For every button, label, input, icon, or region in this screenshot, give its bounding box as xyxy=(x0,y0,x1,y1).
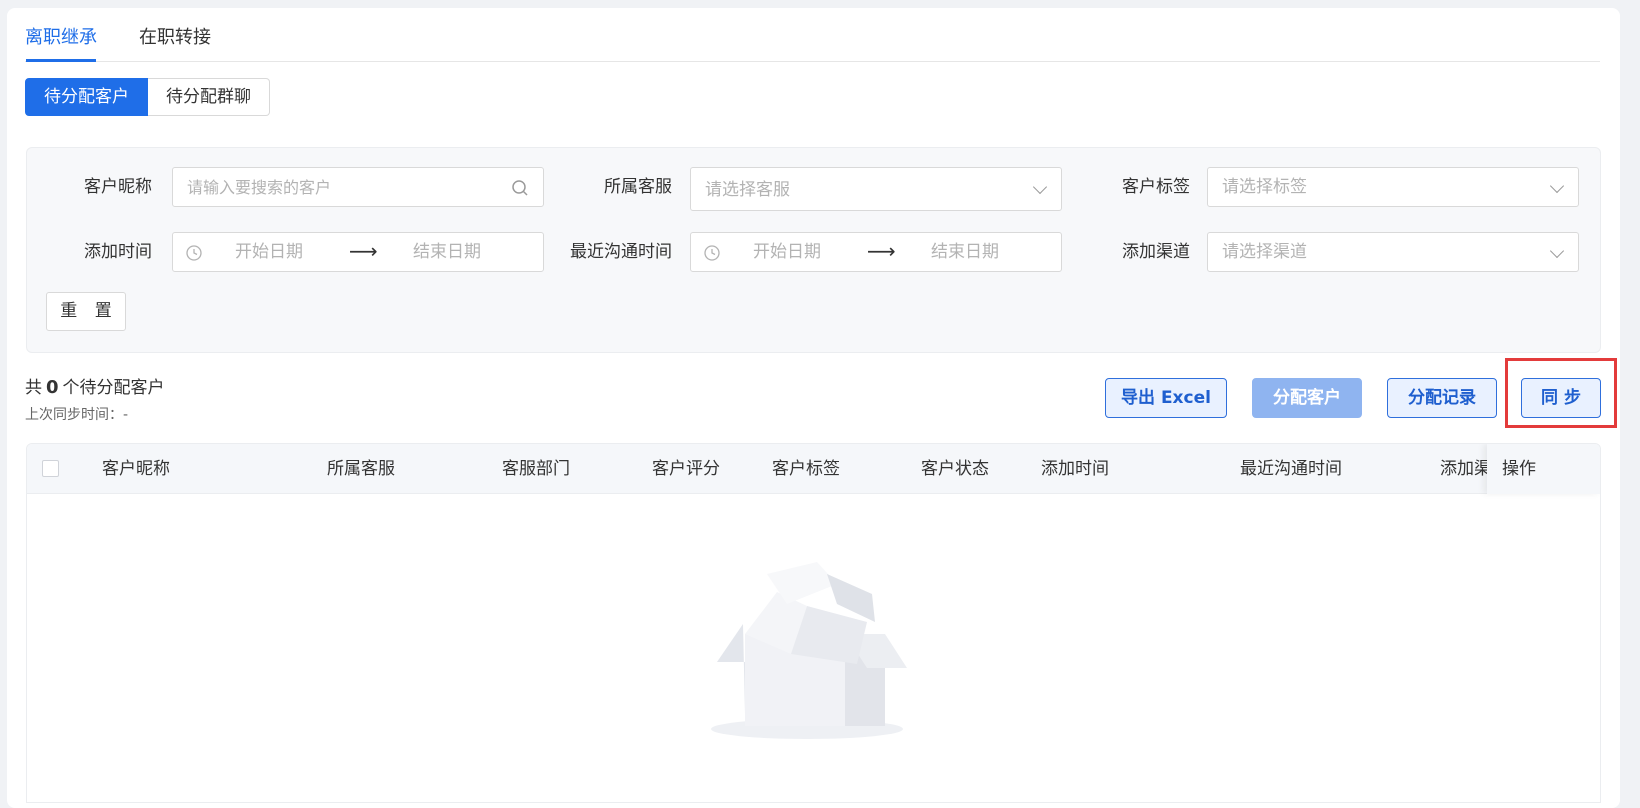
result-summary: 共 0 个待分配客户 xyxy=(25,373,165,398)
nickname-search-field[interactable] xyxy=(172,167,544,207)
last-contact-end[interactable]: 结束日期 xyxy=(931,241,999,263)
select-all-checkbox[interactable] xyxy=(42,460,59,477)
chevron-down-icon xyxy=(1549,243,1565,259)
table-header: 客户昵称 所属客服 客服部门 客户评分 客户标签 客户状态 添加时间 最近沟通时… xyxy=(27,444,1600,494)
operation-column-header: 操作 xyxy=(1487,444,1600,494)
export-excel-button[interactable]: 导出 Excel xyxy=(1105,378,1227,418)
channel-label: 添加渠道 xyxy=(1122,242,1190,262)
column-header[interactable]: 客户状态 xyxy=(921,458,989,480)
add-time-range-picker[interactable]: 开始日期 ⟶ 结束日期 xyxy=(172,232,544,272)
summary-prefix: 共 xyxy=(25,378,42,398)
column-header[interactable]: 客户标签 xyxy=(772,458,840,480)
tags-label: 客户标签 xyxy=(1122,177,1190,197)
service-select-placeholder: 请选择客服 xyxy=(705,180,790,200)
service-select[interactable]: 请选择客服 xyxy=(690,167,1062,211)
last-sync-time: 上次同步时间：- xyxy=(25,407,129,423)
tags-select-placeholder: 请选择标签 xyxy=(1222,177,1307,197)
assignment-records-button[interactable]: 分配记录 xyxy=(1387,378,1497,418)
range-arrow-icon: ⟶ xyxy=(349,239,378,263)
column-header[interactable]: 所属客服 xyxy=(327,458,395,480)
add-time-label: 添加时间 xyxy=(84,242,152,262)
segment-control: 待分配客户 待分配群聊 xyxy=(25,78,270,116)
tab-resigned-inheritance[interactable]: 离职继承 xyxy=(25,26,97,50)
column-header[interactable]: 添加时间 xyxy=(1041,458,1109,480)
column-header[interactable]: 客户昵称 xyxy=(102,458,170,480)
active-tab-indicator xyxy=(26,59,96,62)
last-contact-start[interactable]: 开始日期 xyxy=(753,241,821,263)
sync-highlight-box xyxy=(1505,358,1617,428)
tab-bar: 离职继承 在职转接 xyxy=(25,18,1600,62)
column-header: 操作 xyxy=(1502,459,1536,479)
channel-select-placeholder: 请选择渠道 xyxy=(1222,242,1307,262)
nickname-search-input[interactable] xyxy=(173,168,543,206)
service-label: 所属客服 xyxy=(604,177,672,197)
tags-select[interactable]: 请选择标签 xyxy=(1207,167,1579,207)
channel-select[interactable]: 请选择渠道 xyxy=(1207,232,1579,272)
summary-suffix: 个待分配客户 xyxy=(62,378,165,398)
add-time-end[interactable]: 结束日期 xyxy=(413,241,481,263)
assign-customers-button[interactable]: 分配客户 xyxy=(1252,378,1362,418)
chevron-down-icon xyxy=(1032,179,1048,195)
clock-icon xyxy=(704,245,720,261)
search-icon[interactable] xyxy=(511,179,529,197)
last-contact-label: 最近沟通时间 xyxy=(570,242,672,262)
empty-box-icon xyxy=(711,562,907,739)
chevron-down-icon xyxy=(1549,178,1565,194)
customer-table: 客户昵称 所属客服 客服部门 客户评分 客户标签 客户状态 添加时间 最近沟通时… xyxy=(26,443,1601,803)
segment-pending-groups[interactable]: 待分配群聊 xyxy=(148,78,270,116)
column-header[interactable]: 最近沟通时间 xyxy=(1240,458,1342,480)
add-time-start[interactable]: 开始日期 xyxy=(235,241,303,263)
clock-icon xyxy=(186,245,202,261)
reset-button[interactable]: 重 置 xyxy=(46,292,126,331)
column-header[interactable]: 客服部门 xyxy=(502,458,570,480)
range-arrow-icon: ⟶ xyxy=(867,239,896,263)
column-header[interactable]: 添加渠 xyxy=(1440,458,1491,480)
tab-active-transfer[interactable]: 在职转接 xyxy=(139,26,211,50)
column-header[interactable]: 客户评分 xyxy=(652,458,720,480)
last-contact-range-picker[interactable]: 开始日期 ⟶ 结束日期 xyxy=(690,232,1062,272)
nickname-label: 客户昵称 xyxy=(84,177,152,197)
summary-count: 0 xyxy=(46,377,59,398)
segment-pending-customers[interactable]: 待分配客户 xyxy=(25,78,148,116)
